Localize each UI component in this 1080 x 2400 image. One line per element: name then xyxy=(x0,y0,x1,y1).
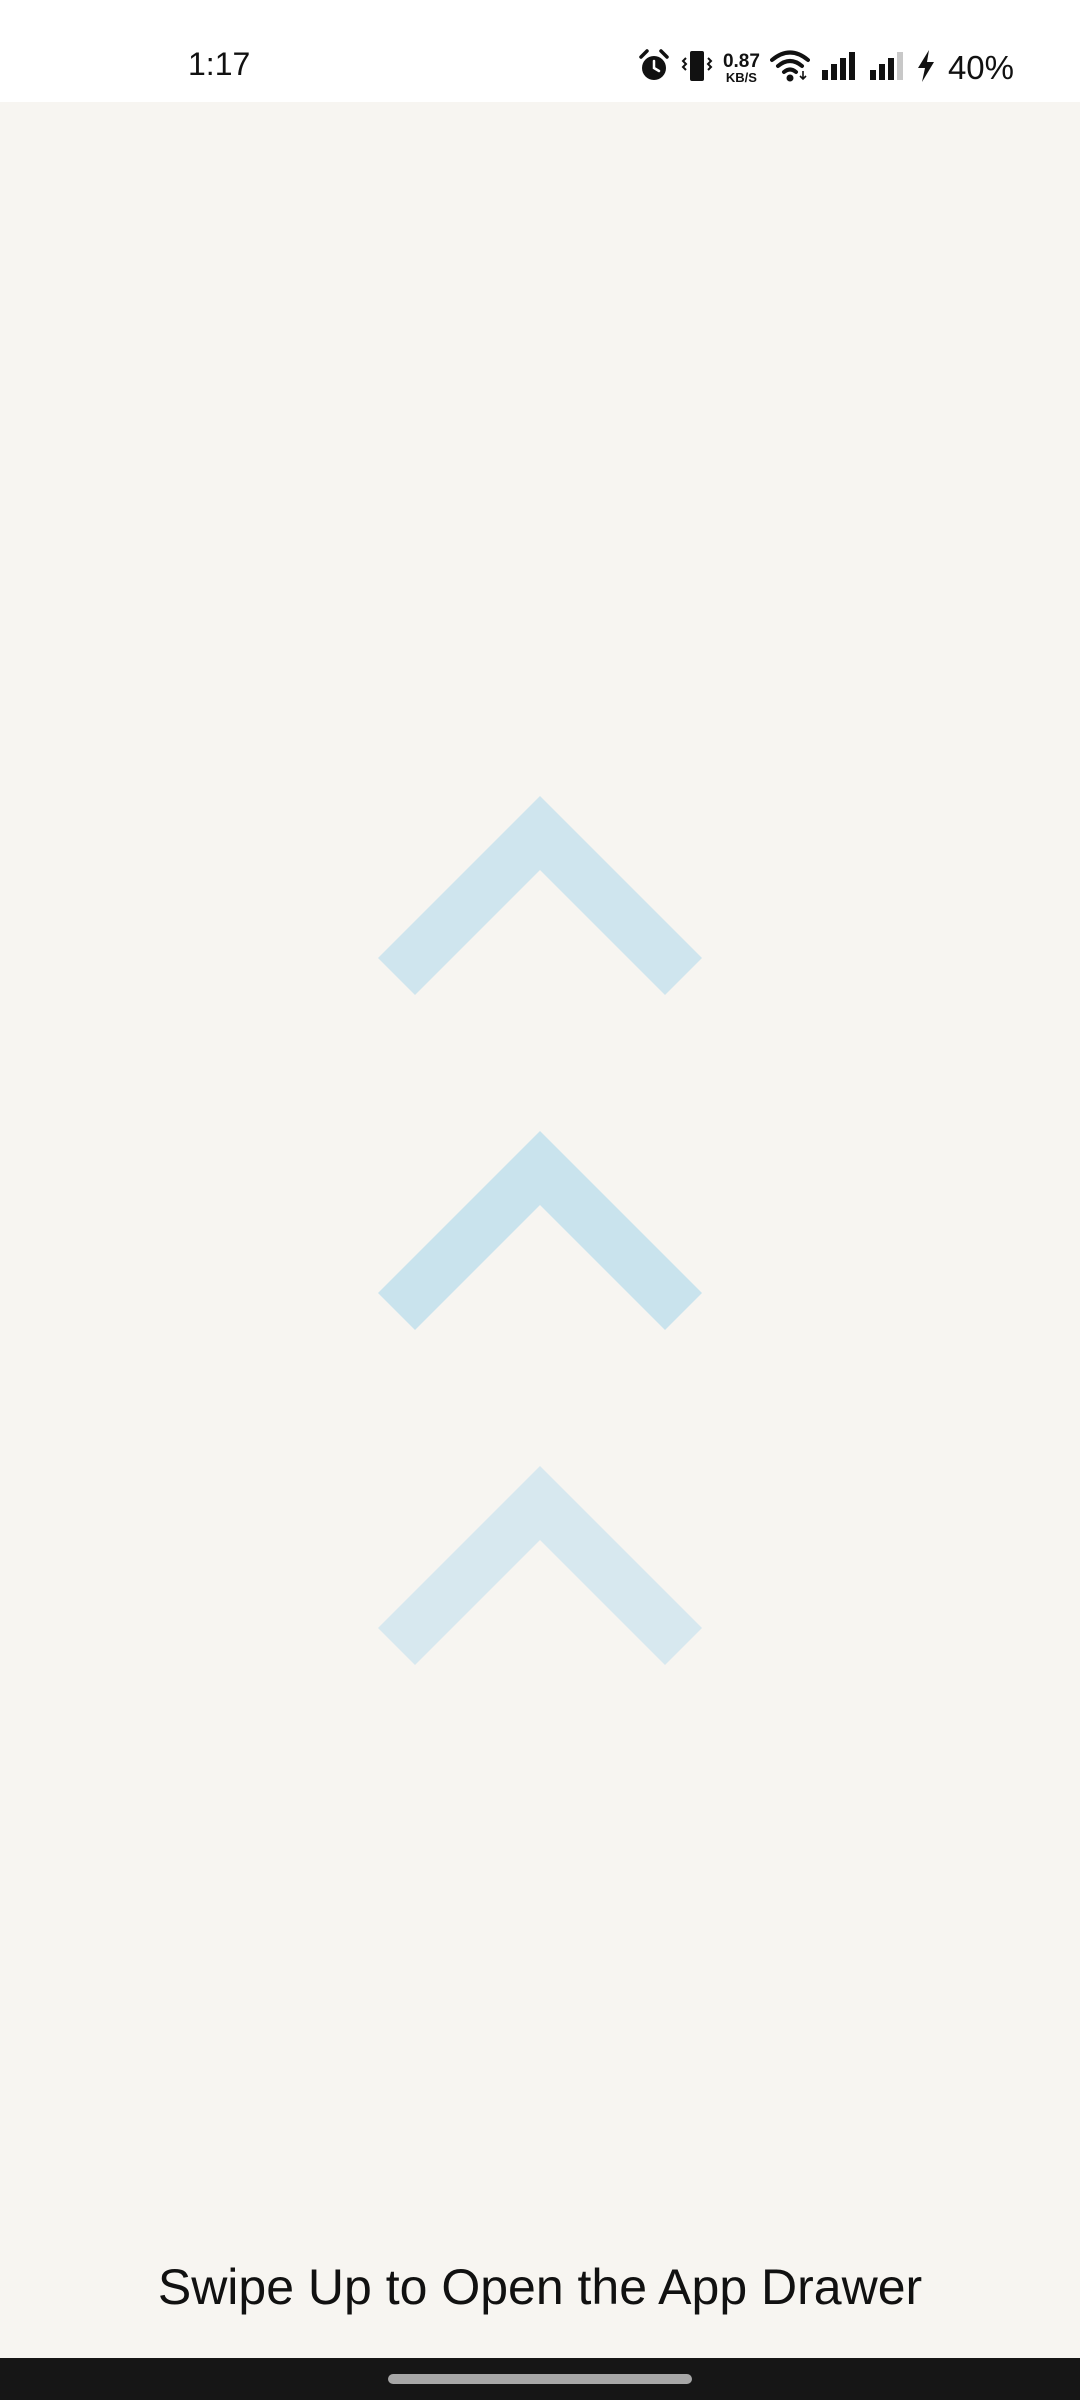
status-bar: 1:17 0.87 KB/S 40% xyxy=(0,0,1080,102)
vibrate-icon xyxy=(681,48,713,89)
network-speed-value: 0.87 xyxy=(722,51,760,72)
gesture-handle[interactable] xyxy=(388,2374,692,2384)
alarm-icon xyxy=(637,48,671,89)
network-speed-unit: KB/S xyxy=(725,70,757,85)
status-time: 1:17 xyxy=(188,46,251,82)
app-drawer-hint-screen[interactable] xyxy=(0,102,1080,2358)
chevron-up-icon xyxy=(378,1466,702,1666)
signal-1-icon xyxy=(820,50,858,87)
swipe-up-hint: Swipe Up to Open the App Drawer xyxy=(157,2259,923,2315)
signal-2-icon xyxy=(868,50,906,87)
charging-icon xyxy=(916,49,936,88)
chevron-up-icon xyxy=(378,1131,702,1331)
navigation-bar xyxy=(0,2358,1080,2400)
chevron-up-icon xyxy=(378,796,702,996)
network-speed: 0.87 KB/S xyxy=(723,52,760,84)
status-icons: 0.87 KB/S 40% xyxy=(637,46,1014,90)
battery-percent: 40% xyxy=(947,49,1014,86)
wifi-icon xyxy=(769,49,810,88)
